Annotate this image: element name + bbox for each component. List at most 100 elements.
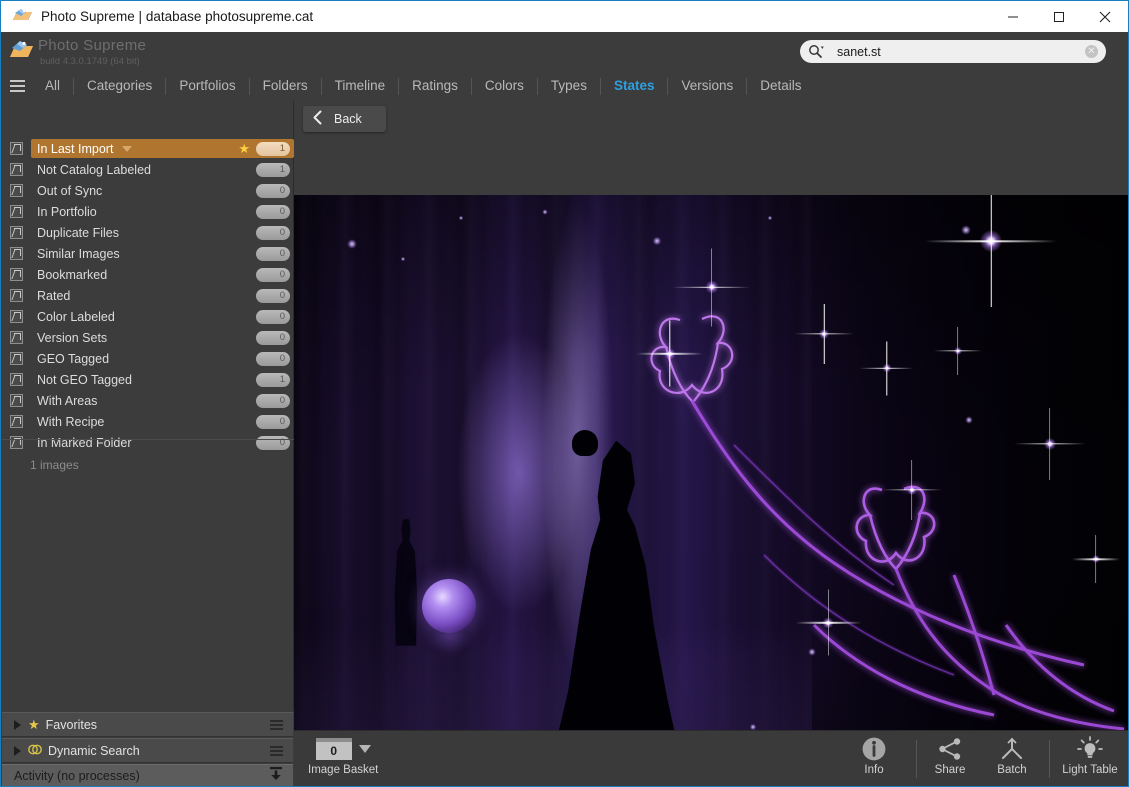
- clear-icon[interactable]: ✕: [1085, 45, 1098, 58]
- tab-bar: All Categories Portfolios Folders Timeli…: [2, 71, 1129, 101]
- state-checkbox[interactable]: [10, 163, 23, 176]
- back-bar: Back: [294, 101, 1129, 137]
- tab-portfolios[interactable]: Portfolios: [166, 71, 248, 101]
- state-checkbox[interactable]: [10, 205, 23, 218]
- state-checkbox[interactable]: [10, 310, 23, 323]
- tab-all[interactable]: All: [32, 71, 73, 101]
- state-row[interactable]: Not GEO Tagged1: [2, 369, 294, 390]
- state-label: Rated: [37, 289, 70, 303]
- tab-folders[interactable]: Folders: [250, 71, 321, 101]
- sidebar-section-dynamic-search[interactable]: Dynamic Search: [2, 738, 293, 763]
- star-icon: ★: [28, 718, 40, 731]
- info-button[interactable]: Info: [846, 735, 902, 783]
- bokeh-dot: [750, 724, 756, 730]
- state-meta: 0: [256, 352, 290, 366]
- states-panel: In Last Import★1 Not Catalog Labeled1 Out …: [2, 101, 294, 711]
- photo-supreme-icon: [8, 2, 38, 32]
- star-icon[interactable]: ★: [238, 141, 250, 157]
- state-meta: 0: [256, 226, 290, 240]
- images-count-label: 1 images: [2, 439, 294, 472]
- dynamic-search-menu-icon[interactable]: [270, 746, 283, 756]
- state-row[interactable]: Color Labeled0: [2, 306, 294, 327]
- tab-types[interactable]: Types: [538, 71, 600, 101]
- image-basket-button[interactable]: 0 Image Basket: [308, 735, 378, 783]
- search-box[interactable]: ✕: [800, 40, 1106, 63]
- state-body[interactable]: Duplicate Files0: [31, 223, 294, 242]
- state-count-badge: 0: [256, 268, 290, 282]
- state-checkbox[interactable]: [10, 289, 23, 302]
- state-body[interactable]: GEO Tagged0: [31, 349, 294, 368]
- state-checkbox[interactable]: [10, 394, 23, 407]
- activity-bar[interactable]: Activity (no processes): [2, 764, 293, 787]
- bokeh-dot: [401, 257, 405, 261]
- tab-versions[interactable]: Versions: [668, 71, 746, 101]
- state-body[interactable]: Not GEO Tagged1: [31, 370, 294, 389]
- back-button[interactable]: Back: [303, 106, 386, 132]
- tab-details[interactable]: Details: [747, 71, 814, 101]
- chevron-down-icon[interactable]: [359, 745, 371, 753]
- state-body[interactable]: Color Labeled0: [31, 307, 294, 326]
- batch-button[interactable]: Batch: [984, 735, 1040, 783]
- chevron-down-icon[interactable]: [122, 146, 132, 152]
- toolbar-separator: [916, 740, 917, 778]
- sidebar-section-favorites[interactable]: ★ Favorites: [2, 712, 293, 737]
- bokeh-dot: [965, 417, 972, 424]
- tab-timeline[interactable]: Timeline: [322, 71, 399, 101]
- state-label: Bookmarked: [37, 268, 107, 282]
- close-button[interactable]: [1082, 1, 1128, 32]
- menu-icon[interactable]: [2, 71, 32, 101]
- search-input[interactable]: [837, 45, 1085, 59]
- download-arrow-icon[interactable]: [268, 766, 284, 787]
- state-row[interactable]: In Portfolio0: [2, 201, 294, 222]
- state-checkbox[interactable]: [10, 184, 23, 197]
- state-row[interactable]: Duplicate Files0: [2, 222, 294, 243]
- state-row[interactable]: Version Sets0: [2, 327, 294, 348]
- share-label: Share: [935, 764, 966, 776]
- state-checkbox[interactable]: [10, 415, 23, 428]
- state-meta: 1: [256, 373, 290, 387]
- state-row[interactable]: Out of Sync0: [2, 180, 294, 201]
- chevron-left-icon: [312, 110, 323, 128]
- state-checkbox[interactable]: [10, 331, 23, 344]
- image-viewer[interactable]: [294, 195, 1129, 773]
- state-checkbox[interactable]: [10, 373, 23, 386]
- state-meta: 0: [256, 205, 290, 219]
- maximize-button[interactable]: [1036, 1, 1082, 32]
- state-count-badge: 0: [256, 331, 290, 345]
- favorites-menu-icon[interactable]: [270, 720, 283, 730]
- tab-states[interactable]: States: [601, 71, 668, 101]
- state-body[interactable]: Bookmarked 0: [31, 265, 294, 284]
- state-body[interactable]: Not Catalog Labeled1: [31, 160, 294, 179]
- state-row[interactable]: Similar Images0: [2, 243, 294, 264]
- state-body[interactable]: Similar Images0: [31, 244, 294, 263]
- state-checkbox[interactable]: [10, 226, 23, 239]
- state-row[interactable]: Not Catalog Labeled1: [2, 159, 294, 180]
- state-row[interactable]: Bookmarked 0: [2, 264, 294, 285]
- state-row[interactable]: With Recipe0: [2, 411, 294, 432]
- tab-colors[interactable]: Colors: [472, 71, 537, 101]
- tab-ratings[interactable]: Ratings: [399, 71, 471, 101]
- minimize-button[interactable]: [990, 1, 1036, 32]
- share-button[interactable]: Share: [922, 735, 978, 783]
- state-body[interactable]: Out of Sync0: [31, 181, 294, 200]
- state-body[interactable]: In Portfolio0: [31, 202, 294, 221]
- state-row[interactable]: With Areas0: [2, 390, 294, 411]
- batch-icon: [999, 735, 1025, 762]
- state-checkbox[interactable]: [10, 142, 23, 155]
- dynamic-search-label: Dynamic Search: [48, 744, 140, 758]
- state-body[interactable]: Rated0: [31, 286, 294, 305]
- tab-categories[interactable]: Categories: [74, 71, 165, 101]
- state-checkbox[interactable]: [10, 247, 23, 260]
- state-body[interactable]: With Recipe0: [31, 412, 294, 431]
- state-body[interactable]: Version Sets0: [31, 328, 294, 347]
- state-row[interactable]: GEO Tagged0: [2, 348, 294, 369]
- state-checkbox[interactable]: [10, 268, 23, 281]
- info-label: Info: [864, 764, 883, 776]
- state-checkbox[interactable]: [10, 352, 23, 365]
- state-body[interactable]: With Areas0: [31, 391, 294, 410]
- light-table-button[interactable]: Light Table: [1054, 735, 1126, 783]
- state-row[interactable]: In Last Import★1: [2, 138, 294, 159]
- state-row[interactable]: Rated0: [2, 285, 294, 306]
- state-body[interactable]: In Last Import★1: [31, 139, 294, 158]
- details-button[interactable]: Details: [1124, 735, 1129, 783]
